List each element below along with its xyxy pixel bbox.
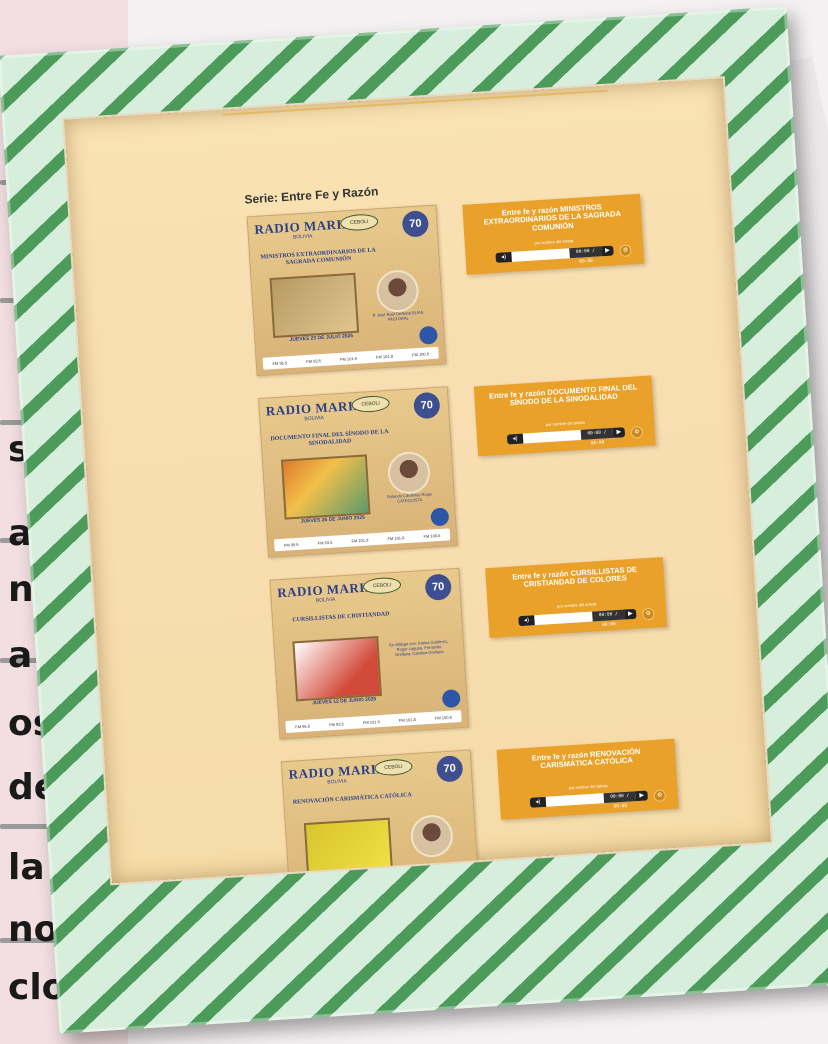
player-title: Entre fe y razón DOCUMENTO FINAL DEL SÍN… (482, 382, 645, 410)
poster-image (292, 636, 382, 702)
frequency-label: FM 101.9 (339, 355, 358, 362)
guest-avatar (386, 450, 432, 496)
radio-subtitle: BOLIVIA (327, 778, 347, 786)
volume-icon[interactable]: ◂) (495, 251, 512, 263)
player-author: por nombre del artista (557, 601, 597, 609)
frequency-label: FM 95.5 (295, 723, 311, 729)
anniversary-seal: 70 (435, 755, 464, 783)
audio-controls: ◂) 00:00 / 00:00 ▶ (518, 608, 637, 628)
guest-name: Rolando Cárdenas Rojas CATEQUISTA (386, 491, 432, 504)
play-icon[interactable]: ▶ (612, 427, 626, 438)
player-author: por nombre del artista (534, 238, 574, 246)
frequency-label: FM 93.5 (317, 539, 333, 546)
anniversary-seal: 70 (401, 210, 430, 238)
frequency-label: FM 101.9 (351, 536, 369, 544)
settings-icon[interactable]: ⚙ (630, 426, 644, 439)
frequency-label: FM 101.9 (362, 718, 380, 725)
settings-icon[interactable]: ⚙ (641, 607, 655, 621)
play-icon[interactable]: ▶ (601, 245, 614, 257)
audio-controls: ◂) 00:00 / 00:00 ▶ (529, 790, 649, 810)
episode-row: RADIO MARIA BOLIVIA CEBOLI 70 RENOVACIÓN… (105, 731, 764, 884)
poster-headline: CURSILLISTAS DE CRISTIANDAD (292, 611, 390, 624)
episode-row: RADIO MARIA BOLIVIA CEBOLI 70 MINISTROS … (71, 186, 730, 377)
radio-subtitle: BOLIVIA (304, 415, 325, 423)
poster-image (280, 454, 371, 520)
poster-headline: MINISTROS EXTRAORDINARIOS DE LA SAGRADA … (260, 247, 376, 267)
fm-logo-icon (418, 325, 438, 345)
play-icon[interactable]: ▶ (624, 608, 637, 620)
poster-headline: DOCUMENTO FINAL DEL SÍNODO DE LA SINODAL… (270, 428, 389, 448)
audio-time: 00:00 / 00:00 (569, 246, 602, 265)
frequency-label: FM 93.5 (328, 720, 344, 727)
framed-screenshot: Serie: Entre Fe y Razón RADIO MARIA BOLI… (64, 78, 771, 884)
guest-name: En diálogo con: Karina Gutiérrez, Roger … (389, 638, 449, 657)
audio-progress-bar[interactable] (523, 430, 582, 444)
audio-player-card: Entre fe y razón CURSILLISTAS DE CRISTIA… (485, 557, 668, 639)
frequency-label: FM 100.6 (411, 350, 430, 357)
left-text-line: a (8, 635, 33, 676)
fm-logo-icon (430, 507, 450, 527)
poster-headline: RENOVACIÓN CARISMÁTICA CATÓLICA (292, 792, 413, 806)
episode-row: RADIO MARIA BOLIVIA CEBOLI 70 CURSILLIST… (94, 549, 753, 740)
audio-time: 00:00 / 00:00 (603, 791, 637, 810)
series-title: Serie: Entre Fe y Razón (244, 184, 379, 207)
volume-icon[interactable]: ◂) (529, 796, 547, 808)
audio-controls: ◂) 00:00 / 00:00 ▶ (495, 245, 614, 265)
play-icon[interactable]: ▶ (635, 790, 649, 802)
player-title: Entre fe y razón RENOVACIÓN CARISMÁTICA … (505, 746, 668, 773)
frequency-label: FM 100.6 (423, 532, 441, 539)
player-author: por nombre del artista (545, 419, 585, 428)
audio-progress-bar[interactable] (511, 248, 570, 262)
audio-time: 00:00 / 00:00 (580, 427, 614, 446)
guest-avatar (375, 268, 420, 314)
frequency-strip: FM 95.5 FM 93.5 FM 101.9 FM 101.8 FM 100… (273, 528, 451, 552)
guest-avatar (409, 813, 455, 859)
guest-name: P. José Raúl Orellana ELIAS PASTORAL (372, 309, 424, 322)
audio-progress-bar[interactable] (534, 612, 593, 626)
radio-subtitle: BOLIVIA (292, 233, 313, 241)
frequency-label: FM 95.5 (283, 541, 299, 548)
left-text-line: la (8, 847, 45, 888)
frequency-label: FM 101.8 (387, 534, 405, 541)
decorative-frame: Serie: Entre Fe y Razón RADIO MARIA BOLI… (0, 6, 828, 1034)
episode-poster[interactable]: RADIO MARIA BOLIVIA CEBOLI 70 RENOVACIÓN… (280, 749, 481, 884)
episode-poster[interactable]: RADIO MARIA BOLIVIA CEBOLI 70 MINISTROS … (246, 204, 447, 377)
volume-icon[interactable]: ◂) (506, 433, 524, 445)
audio-player-card: Entre fe y razón RENOVACIÓN CARISMÁTICA … (496, 738, 679, 820)
poster-image (269, 272, 360, 339)
player-title: Entre fe y razón CURSILLISTAS DE CRISTIA… (494, 565, 657, 592)
fm-logo-icon (441, 689, 461, 709)
frequency-label: FM 93.5 (306, 357, 322, 364)
frequency-label: FM 100.6 (434, 714, 452, 721)
frequency-label: FM 95.5 (272, 359, 288, 366)
frequency-label: FM 101.8 (375, 353, 394, 360)
audio-controls: ◂) 00:00 / 00:00 ▶ (506, 427, 626, 446)
audio-time: 00:00 / 00:00 (592, 609, 625, 628)
anniversary-seal: 70 (413, 391, 441, 420)
episode-row: RADIO MARIA BOLIVIA CEBOLI 70 DOCUMENTO … (82, 368, 741, 558)
episode-poster[interactable]: RADIO MARIA BOLIVIA CEBOLI 70 DOCUMENTO … (258, 386, 458, 558)
frequency-strip: FM 95.5 FM 93.5 FM 101.9 FM 101.8 FM 100… (262, 346, 439, 370)
anniversary-seal: 70 (424, 573, 453, 601)
frequency-label: FM 101.8 (398, 716, 416, 723)
volume-icon[interactable]: ◂) (518, 615, 535, 627)
frequency-strip: FM 95.5 FM 93.5 FM 101.9 FM 101.8 FM 100… (285, 709, 462, 734)
player-author: por nombre del artista (568, 782, 608, 791)
settings-icon[interactable]: ⚙ (653, 789, 667, 803)
audio-player-card: Entre fe y razón MINISTROS EXTRAORDINARI… (462, 193, 645, 275)
player-title: Entre fe y razón MINISTROS EXTRAORDINARI… (471, 201, 634, 236)
top-divider (222, 89, 608, 116)
episode-poster[interactable]: RADIO MARIA BOLIVIA CEBOLI 70 CURSILLIST… (269, 567, 470, 740)
poster-image (303, 817, 394, 883)
settings-icon[interactable]: ⚙ (619, 244, 632, 258)
radio-subtitle: BOLIVIA (315, 596, 336, 604)
audio-progress-bar[interactable] (546, 793, 605, 807)
audio-player-card: Entre fe y razón DOCUMENTO FINAL DEL SÍN… (473, 375, 656, 457)
